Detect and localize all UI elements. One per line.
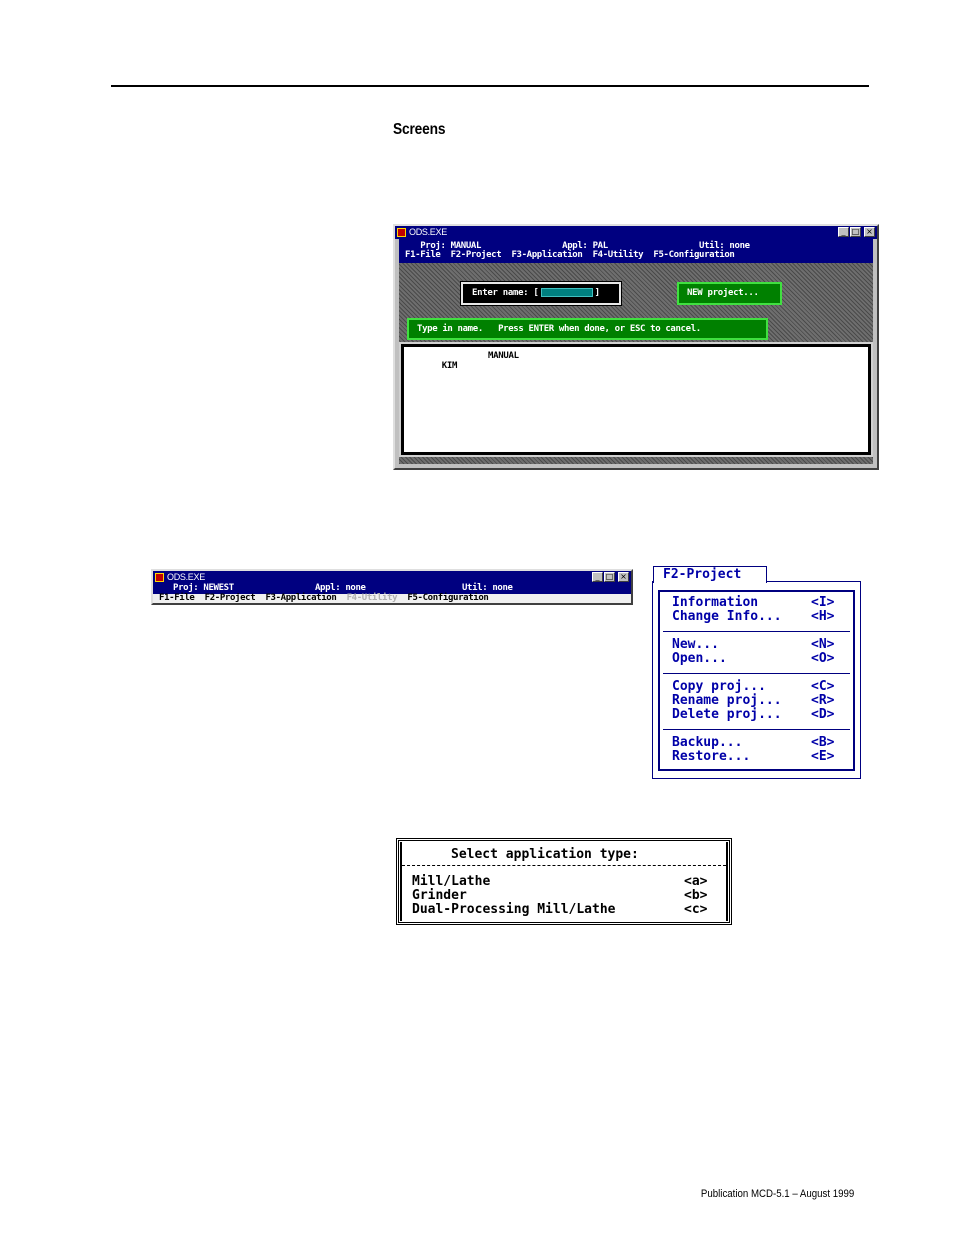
menu-item-backup[interactable]: Backup... <B> [660,736,853,750]
menu-group-proj-ops: Copy proj... <C> Rename proj... <R> Delete… [660,680,853,722]
menu-separator [663,729,850,730]
project-list[interactable]: KIM MANUAL [399,342,873,457]
dialog-title: Select application type: [451,847,639,862]
status-util: Util: none [461,583,513,593]
option-mill-lathe[interactable]: Mill/Lathe <a> [412,875,717,889]
menu-item-delete-proj[interactable]: Delete proj... <D> [660,708,853,722]
list-item-col2[interactable]: MANUAL [488,351,519,361]
window-title: ODS.EXE [167,572,205,582]
menu-separator [663,673,850,674]
app-icon [397,228,406,237]
section-heading: Screens [393,121,446,138]
status-appl: Appl: none [314,583,366,593]
option-grinder[interactable]: Grinder <b> [412,889,717,903]
menu-f4-utility: F4-Utility [346,593,398,603]
menu-f2-project[interactable]: F2-Project [451,250,502,260]
dashed-separator [402,865,726,866]
close-icon[interactable]: × [618,572,629,582]
menu-f3-application[interactable]: F3-Application [511,250,582,260]
menu-f5-configuration[interactable]: F5-Configuration [653,250,734,260]
menu-bar: F1-File F2-Project F3-Application F4-Uti… [153,594,631,603]
menu-item-restore[interactable]: Restore... <E> [660,750,853,764]
publication-footer: Publication MCD-5.1 – August 1999 [700,1188,854,1200]
window-title: ODS.EXE [409,227,447,237]
status-and-menu-bar: Proj: MANUAL Appl: PAL Util: none F1-Fil… [399,239,873,263]
enter-name-label: Enter name: [472,288,529,298]
maximize-icon[interactable]: □ [850,227,861,237]
f2-project-menu: Information <I> Change Info... <H> New... <… [652,581,861,779]
menu-f4-utility[interactable]: F4-Utility [593,250,644,260]
menu-item-rename-proj[interactable]: Rename proj... <R> [660,694,853,708]
instruction-box: Type in name. Press ENTER when done, or … [407,318,768,340]
list-item-col1[interactable]: KIM [442,361,458,371]
menu-item-open[interactable]: Open... <O> [660,652,853,666]
menu-group-new-open: New... <N> Open... <O> [660,638,853,666]
select-application-dialog: Select application type: Mill/Lathe <a> G… [396,838,732,925]
menu-item-change-info[interactable]: Change Info... <H> [660,610,853,624]
menu-separator [663,631,850,632]
status-proj: Proj: NEWEST [173,583,234,593]
maximize-icon[interactable]: □ [604,572,615,582]
option-dual-processing[interactable]: Dual-Processing Mill/Lathe <c> [412,903,717,917]
minimize-icon[interactable]: _ [838,227,849,237]
menu-item-information[interactable]: Information <I> [660,596,853,610]
menu-item-copy-proj[interactable]: Copy proj... <C> [660,680,853,694]
application-type-list: Mill/Lathe <a> Grinder <b> Dual-Processing… [412,875,717,917]
top-rule [111,85,869,87]
name-input[interactable] [540,288,593,297]
enter-name-box: Enter name: [] [460,281,622,306]
menu-f2-project[interactable]: F2-Project [205,593,256,603]
title-bar[interactable]: ODS.EXE _ □ × [395,226,877,239]
ods-window-menu[interactable]: ODS.EXE _ □ × Proj: NEWEST Appl: none Ut… [151,569,633,605]
minimize-icon[interactable]: _ [592,572,603,582]
menu-group-backup: Backup... <B> Restore... <E> [660,736,853,764]
menu-f1-file[interactable]: F1-File [159,593,195,603]
menu-f5-configuration[interactable]: F5-Configuration [407,593,488,603]
f2-project-menu-tab[interactable]: F2-Project [653,566,767,583]
menu-line: F1-File F2-Project F3-Application F4-Uti… [405,250,735,260]
ods-window-new-project[interactable]: ODS.EXE _ □ × Proj: MANUAL Appl: PAL Uti… [393,224,879,470]
menu-f1-file[interactable]: F1-File [405,250,441,260]
f2-project-menu-frame: Information <I> Change Info... <H> New... <… [658,590,855,771]
close-icon[interactable]: × [864,227,875,237]
dos-screen: Proj: MANUAL Appl: PAL Util: none F1-Fil… [399,239,873,464]
app-icon [155,573,164,582]
menu-group-info: Information <I> Change Info... <H> [660,596,853,624]
menu-item-new[interactable]: New... <N> [660,638,853,652]
menu-f3-application[interactable]: F3-Application [265,593,336,603]
new-project-button[interactable]: NEW project... [677,282,782,305]
